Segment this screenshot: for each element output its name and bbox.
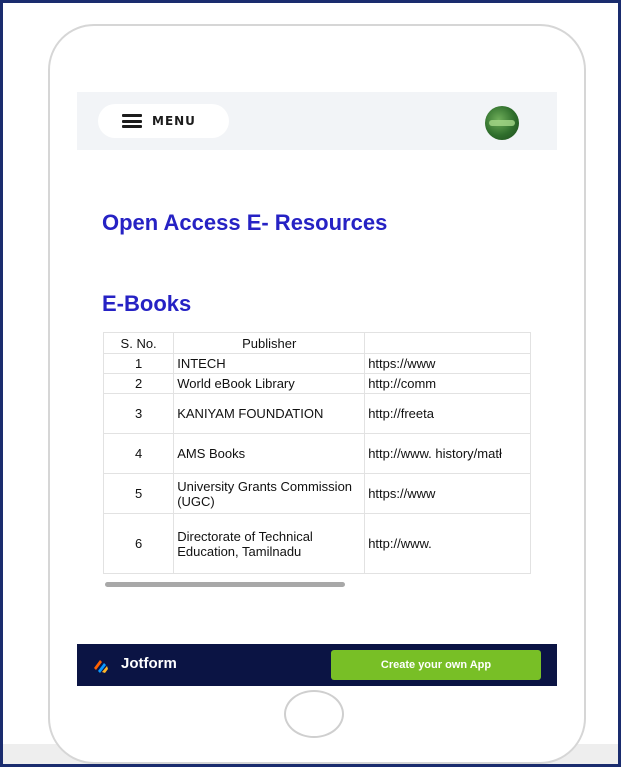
jotform-footer-bar: Jotform Create your own App: [77, 644, 557, 686]
cell-url[interactable]: http://freeta: [364, 393, 531, 434]
menu-label: MENU: [152, 114, 196, 128]
cell-url[interactable]: http://www. history/matł: [364, 433, 531, 474]
hamburger-icon: [122, 114, 142, 128]
cell-sno: 2: [103, 373, 175, 394]
phone-screen: MENU Open Access E- Resources E-Books S.…: [77, 92, 557, 686]
ebooks-table-container[interactable]: S. No. Publisher 1 INTECH https://www 2 …: [103, 332, 531, 582]
page-title: Open Access E- Resources: [102, 210, 388, 235]
table-row: 5 University Grants Commission (UGC) htt…: [103, 473, 531, 514]
header-publisher: Publisher: [173, 332, 366, 354]
header-url: [364, 332, 531, 354]
table-header-row: S. No. Publisher: [103, 332, 531, 354]
app-header: MENU: [77, 92, 557, 150]
cell-sno: 5: [103, 473, 175, 514]
home-button[interactable]: [284, 690, 344, 738]
cell-url[interactable]: https://www: [364, 353, 531, 374]
profile-image-icon[interactable]: [485, 106, 519, 140]
table-row: 3 KANIYAM FOUNDATION http://freeta: [103, 393, 531, 434]
cell-publisher: World eBook Library: [173, 373, 366, 394]
cell-sno: 1: [103, 353, 175, 374]
cell-publisher: University Grants Commission (UGC): [173, 473, 366, 514]
create-app-button[interactable]: Create your own App: [331, 650, 541, 680]
cell-url[interactable]: https://www: [364, 473, 531, 514]
cell-publisher: AMS Books: [173, 433, 366, 474]
cell-publisher: KANIYAM FOUNDATION: [173, 393, 366, 434]
cell-publisher: Directorate of Technical Education, Tami…: [173, 513, 366, 574]
jotform-brand[interactable]: Jotform: [121, 655, 177, 672]
jotform-logo-icon: [94, 660, 108, 673]
cell-publisher: INTECH: [173, 353, 366, 374]
cell-sno: 6: [103, 513, 175, 574]
table-row: 1 INTECH https://www: [103, 353, 531, 374]
horizontal-scrollbar[interactable]: [105, 582, 345, 587]
cell-url[interactable]: http://comm: [364, 373, 531, 394]
table-row: 4 AMS Books http://www. history/matł: [103, 433, 531, 474]
table-row: 6 Directorate of Technical Education, Ta…: [103, 513, 531, 574]
table-row: 2 World eBook Library http://comm: [103, 373, 531, 394]
cell-url[interactable]: http://www.: [364, 513, 531, 574]
ebooks-table: S. No. Publisher 1 INTECH https://www 2 …: [103, 332, 531, 574]
section-title: E-Books: [102, 291, 192, 316]
header-sno: S. No.: [103, 332, 175, 354]
cell-sno: 3: [103, 393, 175, 434]
cell-sno: 4: [103, 433, 175, 474]
menu-button[interactable]: MENU: [98, 104, 229, 138]
